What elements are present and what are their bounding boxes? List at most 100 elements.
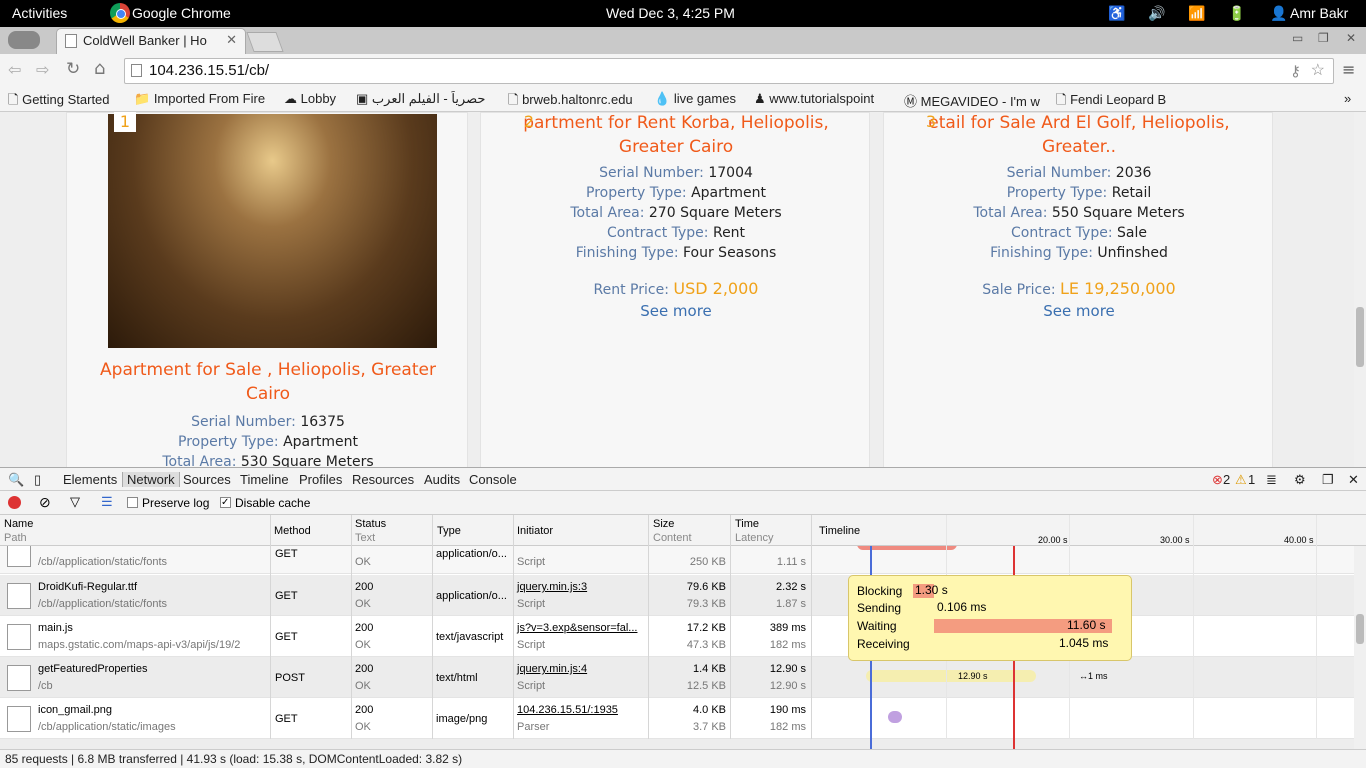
dock-icon[interactable]: ❐ xyxy=(1322,472,1334,488)
col-type[interactable]: Type xyxy=(437,524,461,538)
property-title[interactable]: Apartment for Sale , Heliopolis, Greater… xyxy=(67,358,469,406)
app-menu[interactable]: Google Chrome xyxy=(132,5,231,21)
request-latency: 182 ms xyxy=(769,639,806,651)
request-initiator[interactable]: 104.236.15.51/:1935 xyxy=(517,703,618,717)
error-icon[interactable]: ⊗ xyxy=(1212,472,1223,488)
table-row[interactable]: DroidKufi-Regular.ttf/cb//application/st… xyxy=(0,575,1354,616)
user-name[interactable]: Amr Bakr xyxy=(1290,5,1348,21)
bookmark-star-icon[interactable]: ☆ xyxy=(1311,60,1325,80)
col-status[interactable]: Status Text xyxy=(355,517,386,545)
col-timeline[interactable]: Timeline xyxy=(819,524,860,538)
bookmark-item[interactable]: ☁ Lobby xyxy=(284,91,348,107)
browser-tab[interactable]: ColdWell Banker | Ho ✕ xyxy=(56,28,246,54)
col-initiator[interactable]: Initiator xyxy=(517,524,553,538)
clock[interactable]: Wed Dec 3, 4:25 PM xyxy=(606,5,735,21)
tooltip-label: Blocking xyxy=(857,584,903,598)
tab-console[interactable]: Console xyxy=(469,472,517,487)
error-count[interactable]: 2 xyxy=(1223,472,1230,487)
table-row[interactable]: main.js maps.gstatic.com/maps-api-v3/api/… xyxy=(0,616,1354,657)
property-card-3: etail for Sale Ard El Golf, Heliopolis, G… xyxy=(883,112,1273,467)
property-title[interactable]: etail for Sale Ard El Golf, Heliopolis, G… xyxy=(884,112,1274,159)
activities-button[interactable]: Activities xyxy=(12,5,67,21)
col-name[interactable]: Name Path xyxy=(4,517,33,545)
home-icon[interactable]: ⌂ xyxy=(94,58,105,79)
extension-icon[interactable]: ⚷ xyxy=(1290,62,1301,80)
request-initiator[interactable]: jquery.min.js:3 xyxy=(517,580,587,594)
bookmark-item[interactable]: Ⓜ MEGAVIDEO - I'm w xyxy=(904,91,1044,110)
settings-gear-icon[interactable]: ⚙ xyxy=(1294,472,1306,488)
price-value: USD 2,000 xyxy=(673,279,759,298)
page-info-icon[interactable] xyxy=(131,64,142,77)
property-photo[interactable] xyxy=(108,114,437,348)
page-scrollbar[interactable] xyxy=(1354,112,1366,467)
preserve-log-label: Preserve log xyxy=(142,496,210,510)
close-devtools-icon[interactable]: ✕ xyxy=(1348,472,1359,488)
bookmark-item[interactable]: 🗋 Getting Started xyxy=(8,91,128,113)
request-status-text: OK xyxy=(355,598,371,610)
warning-icon[interactable]: ⚠ xyxy=(1235,472,1247,488)
filter-icon[interactable]: ▽ xyxy=(70,494,80,510)
close-tab-icon[interactable]: ✕ xyxy=(226,32,237,48)
scrollbar-thumb[interactable] xyxy=(1356,307,1364,367)
minimize-icon[interactable]: ▭ xyxy=(1292,31,1303,45)
request-size: 79.6 KB xyxy=(686,581,726,593)
tab-resources[interactable]: Resources xyxy=(352,472,414,487)
menu-icon[interactable]: ≡ xyxy=(1342,60,1355,79)
bookmark-item[interactable]: 🗋 brweb.haltonrc.edu xyxy=(508,91,644,113)
request-path: /cb xyxy=(38,680,53,692)
request-initiator[interactable]: jquery.min.js:4 xyxy=(517,662,587,676)
see-more-link[interactable]: See more xyxy=(481,300,871,322)
clear-icon[interactable]: ⊘ xyxy=(39,494,51,511)
bookmark-item[interactable]: ♟ www.tutorialspoint xyxy=(754,91,894,107)
timeline-bar[interactable] xyxy=(888,711,902,723)
reload-icon[interactable]: ↻ xyxy=(66,59,80,79)
forward-icon[interactable]: ⇨ xyxy=(36,60,49,79)
disable-cache-checkbox[interactable]: ✓ xyxy=(220,497,231,508)
view-list-icon[interactable]: ☰ xyxy=(101,494,113,510)
back-icon[interactable]: ⇦ xyxy=(8,60,21,79)
network-scrollbar[interactable] xyxy=(1354,546,1366,749)
url-text: 104.236.15.51/cb/ xyxy=(149,62,270,79)
tab-sources[interactable]: Sources xyxy=(183,472,231,487)
maximize-icon[interactable]: ❐ xyxy=(1318,31,1329,45)
device-mode-icon[interactable]: ▯ xyxy=(34,472,41,488)
timeline-bar[interactable] xyxy=(866,670,1036,682)
scrollbar-thumb[interactable] xyxy=(1356,614,1364,644)
col-time[interactable]: Time Latency xyxy=(735,517,774,545)
record-icon[interactable] xyxy=(8,496,21,509)
close-window-icon[interactable]: ✕ xyxy=(1346,31,1356,45)
bookmark-item[interactable]: ▣ حصرياً - الفيلم العرب xyxy=(356,91,496,107)
table-row[interactable]: getFeaturedProperties/cb POST 200 OK text/ht… xyxy=(0,657,1354,698)
request-status: 200 xyxy=(355,663,374,675)
warning-count[interactable]: 1 xyxy=(1248,472,1255,487)
timeline-tick: 20.00 s xyxy=(1038,535,1068,545)
new-tab-button[interactable] xyxy=(246,32,284,52)
wifi-icon[interactable]: 📶 xyxy=(1188,5,1205,22)
tab-elements[interactable]: Elements xyxy=(63,472,117,487)
chrome-logo-icon xyxy=(110,3,130,23)
timeline-bar[interactable] xyxy=(857,546,957,550)
table-row[interactable]: icon_gmail.png/cb/application/static/ima… xyxy=(0,698,1354,739)
see-more-link[interactable]: See more xyxy=(884,300,1274,322)
tab-audits[interactable]: Audits xyxy=(424,472,460,487)
address-bar[interactable]: 104.236.15.51/cb/ ⚷ ☆ xyxy=(124,58,1334,84)
table-row[interactable]: /cb//application/static/fonts GET OK applic… xyxy=(0,546,1354,574)
request-initiator[interactable]: js?v=3.exp&sensor=fal... xyxy=(517,621,637,635)
search-icon[interactable]: 🔍 xyxy=(8,472,24,488)
volume-icon[interactable]: 🔊 xyxy=(1148,5,1165,22)
accessibility-icon[interactable]: ♿ xyxy=(1108,5,1125,22)
tab-profiles[interactable]: Profiles xyxy=(299,472,342,487)
preserve-log-checkbox[interactable] xyxy=(127,497,138,508)
col-method[interactable]: Method xyxy=(274,524,311,538)
bookmarks-overflow-icon[interactable]: » xyxy=(1344,91,1351,106)
bookmark-folder[interactable]: 📁 Imported From Fire xyxy=(134,91,274,107)
drawer-icon[interactable]: ≣ xyxy=(1266,472,1277,488)
bookmark-item[interactable]: 💧 live games xyxy=(654,91,744,107)
col-size[interactable]: Size Content xyxy=(653,517,692,545)
user-icon[interactable]: 👤 xyxy=(1270,5,1287,22)
battery-icon[interactable]: 🔋 xyxy=(1228,5,1245,22)
request-content: 47.3 KB xyxy=(686,639,726,651)
bookmark-item[interactable]: 🗋 Fendi Leopard Ball xyxy=(1056,91,1166,113)
tab-network[interactable]: Network xyxy=(122,472,180,487)
tab-timeline[interactable]: Timeline xyxy=(240,472,289,487)
